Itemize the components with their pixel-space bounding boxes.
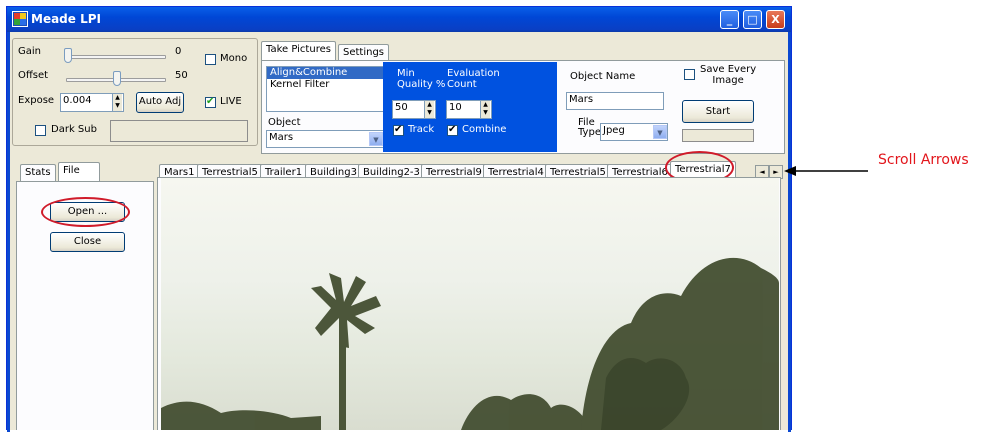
expose-input[interactable]: 0.004 ▲ ▼ bbox=[60, 93, 124, 112]
annotation-arrow bbox=[784, 166, 868, 176]
expose-value: 0.004 bbox=[63, 95, 92, 106]
dark-sub-checkbox[interactable] bbox=[35, 125, 46, 136]
close-button[interactable]: Close bbox=[50, 232, 125, 252]
title-bar[interactable]: Meade LPI _ □ X bbox=[7, 7, 791, 32]
track-label: Track bbox=[408, 124, 435, 135]
dark-sub-label: Dark Sub bbox=[51, 124, 97, 135]
gain-value: 0 bbox=[175, 46, 182, 57]
app-icon bbox=[12, 11, 28, 27]
minimize-button[interactable]: _ bbox=[720, 10, 739, 29]
live-label: LIVE bbox=[220, 96, 242, 107]
evaluation-count-input[interactable]: 10 ▲ ▼ bbox=[446, 100, 492, 119]
combine-settings-panel: Min Quality % Evaluation Count 50 ▲ ▼ 10 ▲ ▼… bbox=[383, 62, 557, 152]
combine-checkbox[interactable] bbox=[447, 124, 458, 136]
tab-stats[interactable]: Stats bbox=[20, 164, 56, 181]
chevron-down-icon[interactable]: ▼ bbox=[369, 132, 383, 146]
min-quality-value: 50 bbox=[395, 102, 408, 113]
gain-slider-track[interactable] bbox=[66, 55, 166, 59]
combine-label: Combine bbox=[462, 124, 507, 135]
window-border-left bbox=[7, 32, 10, 432]
process-list[interactable]: Align&Combine Kernel Filter bbox=[266, 66, 384, 112]
chevron-down-icon[interactable]: ▼ bbox=[653, 125, 667, 139]
expose-label: Expose bbox=[18, 95, 55, 106]
dark-sub-status-box bbox=[110, 120, 248, 142]
offset-value: 50 bbox=[175, 70, 188, 81]
progress-bar bbox=[682, 129, 754, 142]
mono-checkbox[interactable] bbox=[205, 54, 216, 65]
min-quality-spinner[interactable]: ▲ ▼ bbox=[424, 101, 434, 118]
auto-adj-button[interactable]: Auto Adj bbox=[136, 92, 184, 113]
object-name-input[interactable]: Mars bbox=[566, 92, 664, 110]
offset-label: Offset bbox=[18, 70, 49, 81]
min-quality-label: Min Quality % bbox=[397, 68, 446, 90]
window-border-right bbox=[788, 32, 791, 432]
open-button-highlight bbox=[41, 197, 130, 227]
file-type-value: Jpeg bbox=[603, 125, 625, 136]
gain-slider-thumb[interactable] bbox=[64, 48, 72, 63]
scroll-arrows-annotation: Scroll Arrows bbox=[878, 152, 969, 168]
file-type-label: File Type bbox=[578, 117, 601, 138]
object-name-label: Object Name bbox=[570, 71, 636, 82]
save-every-image-label: Save Every Image bbox=[700, 64, 757, 86]
list-item[interactable]: Align&Combine bbox=[267, 67, 383, 79]
tab-settings[interactable]: Settings bbox=[338, 44, 390, 61]
file-type-dropdown[interactable]: Jpeg ▼ bbox=[600, 123, 668, 141]
window-title: Meade LPI bbox=[31, 12, 101, 26]
tab-file[interactable]: File bbox=[58, 162, 100, 182]
list-item[interactable]: Kernel Filter bbox=[267, 79, 383, 91]
start-button[interactable]: Start bbox=[682, 100, 754, 123]
close-window-button[interactable]: X bbox=[766, 10, 785, 29]
image-viewer bbox=[161, 178, 779, 430]
save-every-image-checkbox[interactable] bbox=[684, 69, 695, 80]
evaluation-count-label: Evaluation Count bbox=[447, 68, 500, 90]
maximize-button[interactable]: □ bbox=[743, 10, 762, 29]
tab-take-pictures[interactable]: Take Pictures bbox=[261, 41, 336, 61]
offset-slider-thumb[interactable] bbox=[113, 71, 121, 86]
min-quality-input[interactable]: 50 ▲ ▼ bbox=[392, 100, 436, 119]
object-value: Mars bbox=[269, 132, 294, 143]
expose-spinner[interactable]: ▲ ▼ bbox=[112, 94, 122, 111]
mono-label: Mono bbox=[220, 53, 248, 64]
object-label: Object bbox=[268, 117, 301, 128]
evaluation-count-value: 10 bbox=[449, 102, 462, 113]
object-dropdown[interactable]: Mars ▼ bbox=[266, 130, 384, 148]
track-checkbox[interactable] bbox=[393, 124, 404, 136]
live-checkbox[interactable] bbox=[205, 96, 216, 108]
evaluation-count-spinner[interactable]: ▲ ▼ bbox=[480, 101, 490, 118]
gain-label: Gain bbox=[18, 46, 41, 57]
terrestrial-photo bbox=[161, 257, 779, 430]
